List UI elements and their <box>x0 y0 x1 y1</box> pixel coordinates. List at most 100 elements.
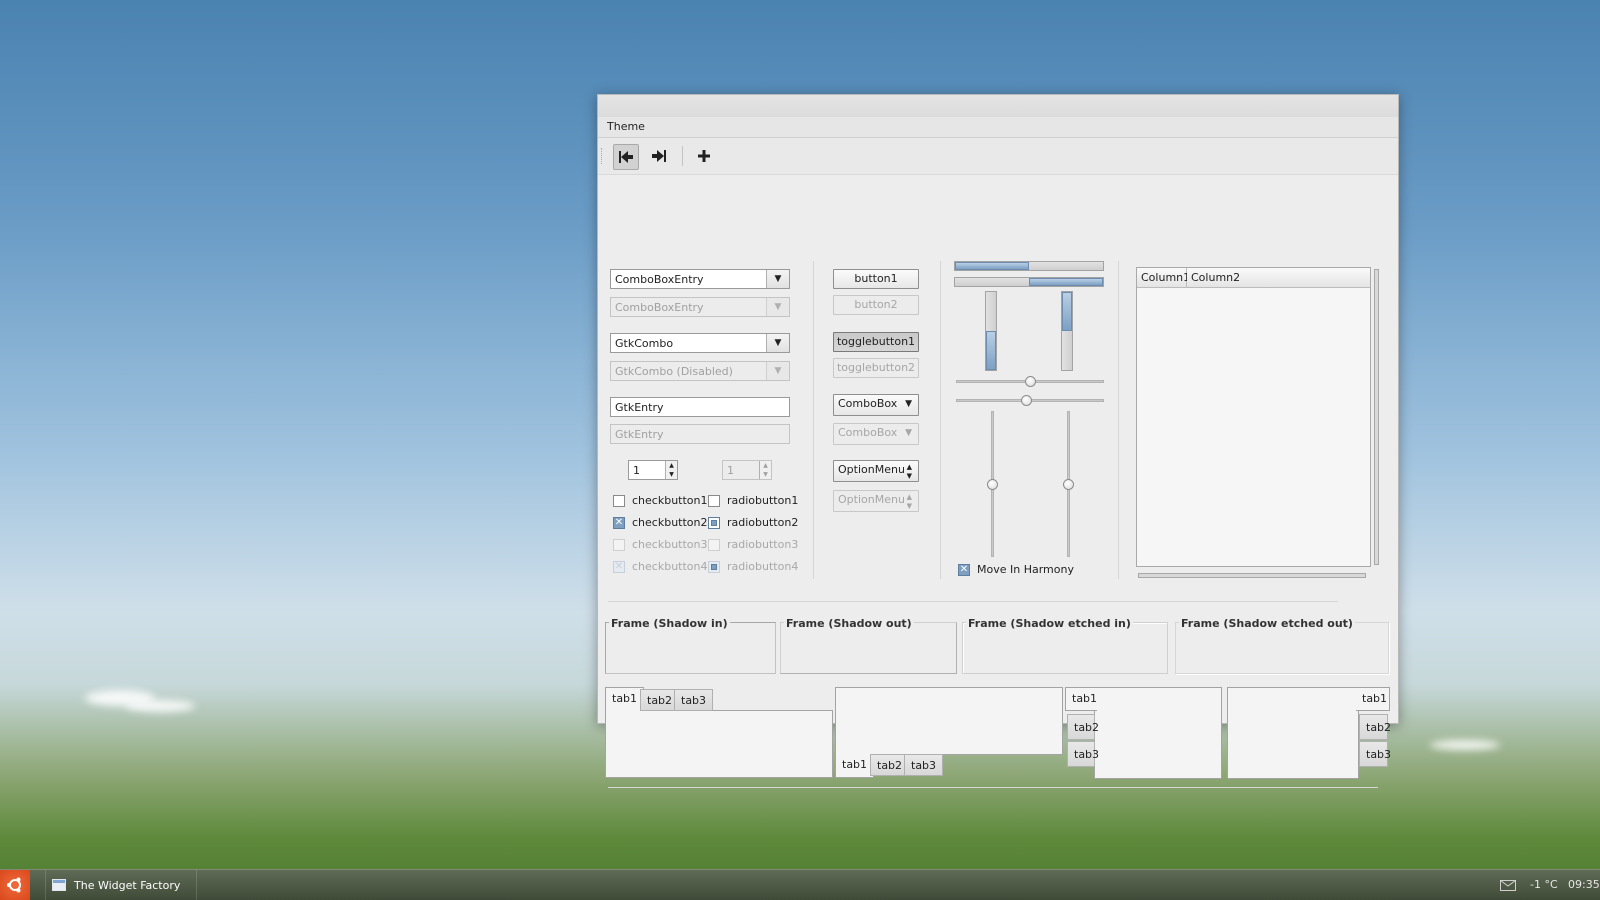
notebook-left-tab3[interactable]: tab3 <box>1067 741 1099 767</box>
radiobutton4: radiobutton4 <box>708 560 798 573</box>
combobox-value: ComboBox <box>838 397 898 410</box>
notebook-right-tab1[interactable]: tab1 <box>1356 687 1390 711</box>
notebook-left-page <box>1094 687 1222 779</box>
radio-unselected-icon <box>708 538 720 551</box>
vscale-1-handle[interactable] <box>987 478 998 490</box>
optionmenu[interactable]: OptionMenu ▲ ▼ <box>833 460 919 482</box>
frame-shadow-etched-in: Frame (Shadow etched in) <box>962 617 1168 674</box>
checkbutton4-label: checkbutton4 <box>632 560 708 573</box>
spin-button-disabled: 1 ▲ ▼ <box>722 460 772 480</box>
skip-first-icon <box>619 151 633 163</box>
radiobutton3-label: radiobutton3 <box>727 538 799 551</box>
notebook-top-tab3[interactable]: tab3 <box>674 689 714 711</box>
button2: button2 <box>833 295 919 315</box>
combobox[interactable]: ComboBox ▼ <box>833 394 919 416</box>
plus-icon <box>698 150 710 162</box>
add-button[interactable] <box>692 144 716 168</box>
notebook-left-tab2[interactable]: tab2 <box>1067 714 1099 740</box>
hscale-2-handle[interactable] <box>1020 395 1032 406</box>
combobox-entry-disabled: ComboBoxEntry ▼ <box>610 297 790 317</box>
start-button[interactable] <box>0 870 30 900</box>
up-down-arrows-icon: ▲ ▼ <box>906 463 912 480</box>
taskbar-item-widget-factory[interactable]: The Widget Factory <box>45 870 197 900</box>
main-content: ComboBoxEntry ▼ ComboBoxEntry ▼ GtkCombo… <box>598 175 1398 788</box>
checkbox-unchecked-icon[interactable] <box>613 494 625 507</box>
frame-shadow-etched-out: Frame (Shadow etched out) <box>1175 617 1389 674</box>
tree-horizontal-scrollbar[interactable] <box>1138 573 1366 578</box>
togglebutton2: togglebutton2 <box>833 358 919 378</box>
up-down-arrows-icon: ▲ ▼ <box>906 493 912 510</box>
radiobutton1[interactable]: radiobutton1 <box>708 494 798 507</box>
hscale-1-handle[interactable] <box>1024 376 1036 387</box>
spin-button[interactable]: 1 ▲ ▼ <box>628 460 678 480</box>
skip-last-button[interactable] <box>647 144 671 168</box>
window-titlebar[interactable] <box>598 95 1398 117</box>
optionmenu-disabled: OptionMenu ▲ ▼ <box>833 490 919 512</box>
cloud <box>125 700 195 712</box>
gtk-entry-disabled-text: GtkEntry <box>615 428 664 441</box>
combobox-entry-text[interactable]: ComboBoxEntry <box>615 273 704 286</box>
notebook-left-tab1[interactable]: tab1 <box>1065 687 1097 711</box>
vscale-2-handle[interactable] <box>1063 478 1074 490</box>
column-header-1[interactable]: Column1 <box>1137 268 1190 288</box>
separator <box>608 601 1338 602</box>
notebook-bottom-page <box>835 687 1063 755</box>
taskbar: The Widget Factory -1 °C 09:35 <box>0 869 1600 900</box>
toolbar-grip[interactable] <box>601 148 605 164</box>
checkbutton4: ✕ checkbutton4 <box>613 560 708 573</box>
radio-unselected-icon[interactable] <box>708 494 720 507</box>
gtk-combo[interactable]: GtkCombo ▼ <box>610 333 790 353</box>
radiobutton2[interactable]: radiobutton2 <box>708 516 798 529</box>
togglebutton1[interactable]: togglebutton1 <box>833 332 919 352</box>
notebook-bottom-tab1[interactable]: tab1 <box>835 754 875 778</box>
notebook-right-page <box>1227 687 1359 779</box>
button1[interactable]: button1 <box>833 269 919 289</box>
progress-bar-vertical-2 <box>1061 291 1073 371</box>
frame-shadow-out-label: Frame (Shadow out) <box>784 617 914 630</box>
notebook-top-page <box>605 710 833 778</box>
checkbutton1-label: checkbutton1 <box>632 494 708 507</box>
checkbutton2[interactable]: ✕ checkbutton2 <box>613 516 708 529</box>
spin-value[interactable]: 1 <box>633 464 640 477</box>
spin-arrows-icon[interactable]: ▲ ▼ <box>665 461 677 479</box>
checkbutton3: checkbutton3 <box>613 538 708 551</box>
tree-view[interactable]: Column1 Column2 <box>1136 267 1371 567</box>
chevron-down-icon[interactable]: ▼ <box>766 334 789 352</box>
notebook-right-tab2[interactable]: tab2 <box>1359 714 1391 740</box>
chevron-down-icon[interactable]: ▼ <box>766 270 789 288</box>
frame-shadow-etched-in-label: Frame (Shadow etched in) <box>966 617 1133 630</box>
gtk-combo-disabled: GtkCombo (Disabled) ▼ <box>610 361 790 381</box>
gtk-combo-text[interactable]: GtkCombo <box>615 337 673 350</box>
mail-tray[interactable] <box>1500 870 1516 900</box>
checkbox-checked-icon[interactable]: ✕ <box>958 563 970 576</box>
radio-selected-icon[interactable] <box>708 516 720 529</box>
move-in-harmony-check[interactable]: ✕ Move In Harmony <box>958 563 1074 576</box>
separator <box>940 261 941 579</box>
temperature[interactable]: -1 °C <box>1530 870 1558 900</box>
checkbox-unchecked-icon <box>613 538 625 551</box>
notebook-bottom-tab3[interactable]: tab3 <box>904 754 944 776</box>
frame-shadow-in: Frame (Shadow in) <box>605 617 776 674</box>
ubuntu-logo-icon <box>7 877 21 893</box>
checkbutton1[interactable]: checkbutton1 <box>613 494 708 507</box>
cloud <box>1430 740 1500 750</box>
window-icon <box>52 879 66 891</box>
separator <box>608 787 1378 788</box>
notebook-top-tab1[interactable]: tab1 <box>605 687 645 711</box>
toolbar <box>598 138 1398 175</box>
clock[interactable]: 09:35 <box>1568 870 1600 900</box>
chevron-down-icon: ▼ <box>766 298 789 316</box>
gtk-entry-text[interactable]: GtkEntry <box>615 401 663 414</box>
toolbar-separator <box>682 146 683 166</box>
separator <box>813 261 814 579</box>
menu-theme[interactable]: Theme <box>607 120 645 133</box>
checkbox-checked-icon[interactable]: ✕ <box>613 516 625 529</box>
column-header-2[interactable]: Column2 <box>1187 268 1370 288</box>
skip-first-button[interactable] <box>613 144 639 170</box>
gtk-entry[interactable]: GtkEntry <box>610 397 790 417</box>
progress-bar-horizontal-2 <box>954 277 1104 287</box>
combobox-entry[interactable]: ComboBoxEntry ▼ <box>610 269 790 289</box>
progress-fill <box>1062 292 1072 331</box>
notebook-right-tab3[interactable]: tab3 <box>1359 741 1391 767</box>
tree-vertical-scrollbar[interactable] <box>1374 269 1379 565</box>
